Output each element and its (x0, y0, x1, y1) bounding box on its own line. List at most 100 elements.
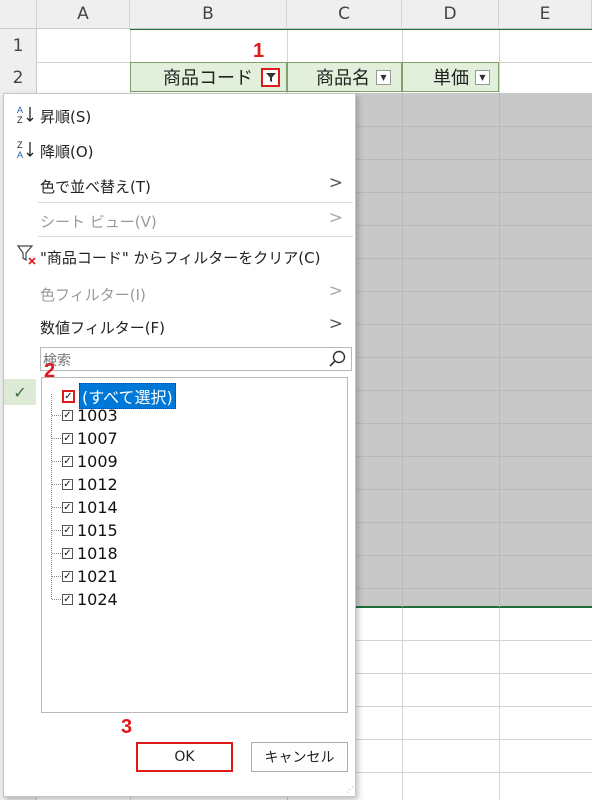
sort-descending-item[interactable]: 降順(O) (40, 141, 94, 162)
grid-line (356, 324, 592, 325)
list-item[interactable]: ✓ 1012 (52, 475, 118, 494)
header-label: 商品コード (163, 68, 253, 89)
grid-line (356, 640, 592, 641)
list-item[interactable]: ✓ 1009 (52, 452, 118, 471)
grid-line (356, 456, 592, 457)
checkbox[interactable]: ✓ (62, 502, 73, 513)
tree-branch (52, 461, 61, 462)
filter-icon (265, 72, 276, 82)
row-header-2[interactable]: 2 (0, 62, 37, 93)
svg-text:A: A (17, 150, 23, 160)
tree-line (51, 394, 52, 599)
grid-line (356, 126, 592, 127)
filter-menu: A Z 昇順(S) Z A 降順(O) 色で並べ替え(T) > シート ビュー(… (3, 93, 356, 797)
sheet-view-item: シート ビュー(V) (40, 213, 157, 231)
column-header-c[interactable]: C (287, 0, 402, 29)
list-item[interactable]: ✓ 1007 (52, 429, 118, 448)
grid-line (356, 673, 592, 674)
grid-line (356, 390, 592, 391)
checkbox[interactable]: ✓ (62, 479, 73, 490)
tree-branch (52, 576, 61, 577)
menu-separator (38, 202, 353, 203)
filter-active-button[interactable] (261, 67, 280, 87)
grid-line (356, 739, 592, 740)
check-mark-icon: ✓ (4, 379, 36, 405)
checkbox[interactable]: ✓ (62, 410, 73, 421)
range-border (130, 29, 592, 30)
grid-line (356, 588, 592, 589)
tree-branch (52, 438, 61, 439)
color-filter-item: 色フィルター(I) (40, 286, 146, 304)
list-item-label: 1009 (77, 452, 118, 471)
grid-line (356, 423, 592, 424)
number-filter-item[interactable]: 数値フィルター(F) (40, 317, 165, 338)
grid-line (356, 258, 592, 259)
filter-value-list[interactable]: ✓ (すべて選択) ✓ 1003 ✓ 1007 ✓ 1009 ✓ 1012 ✓ 1014 ✓ 1015… (41, 377, 348, 713)
list-item-label: 1024 (77, 590, 118, 609)
list-item-label: 1007 (77, 429, 118, 448)
menu-separator (38, 236, 353, 237)
list-item[interactable]: ✓ 1015 (52, 521, 118, 540)
checkbox[interactable]: ✓ (62, 456, 73, 467)
dropdown-button[interactable]: ▼ (376, 69, 391, 85)
sort-descending-icon: Z A (17, 140, 34, 160)
column-header-e[interactable]: E (499, 0, 592, 29)
clear-filter-icon (16, 245, 36, 265)
grid-line (402, 93, 403, 607)
checkbox[interactable]: ✓ (62, 525, 73, 536)
tree-branch (52, 530, 61, 531)
list-item[interactable]: ✓ 1018 (52, 544, 118, 563)
resize-grip-icon[interactable]: ⋰ (346, 785, 354, 794)
checkbox[interactable]: ✓ (62, 389, 75, 403)
chevron-right-icon: > (328, 208, 343, 228)
list-item-label: 1018 (77, 544, 118, 563)
chevron-right-icon: > (328, 173, 343, 193)
range-border (356, 606, 592, 608)
search-icon[interactable] (329, 350, 347, 368)
sort-ascending-item[interactable]: 昇順(S) (40, 106, 91, 127)
chevron-right-icon: > (328, 314, 343, 334)
list-item[interactable]: ✓ 1024 (52, 590, 118, 609)
grid-line (356, 706, 592, 707)
checkbox[interactable]: ✓ (62, 433, 73, 444)
grid-line (356, 291, 592, 292)
cancel-button[interactable]: キャンセル (251, 742, 348, 772)
grid-line (356, 772, 592, 773)
header-cell-product-code[interactable]: 商品コード (130, 62, 287, 92)
column-header-b[interactable]: B (130, 0, 287, 29)
search-input[interactable]: 検索 (40, 347, 352, 371)
ok-button[interactable]: OK (136, 742, 233, 772)
grid-line (356, 159, 592, 160)
chevron-down-icon: ▼ (380, 72, 387, 82)
tree-branch (52, 599, 61, 600)
grid-line (356, 357, 592, 358)
list-item[interactable]: ✓ 1021 (52, 567, 118, 586)
svg-text:Z: Z (17, 140, 23, 150)
grid-line (356, 489, 592, 490)
sort-by-color-item[interactable]: 色で並べ替え(T) (40, 176, 151, 197)
column-header-d[interactable]: D (402, 0, 499, 29)
clear-filter-item[interactable]: "商品コード" からフィルターをクリア(C) (40, 247, 320, 268)
step-marker-1: 1 (253, 40, 265, 62)
list-item-label: 1014 (77, 498, 118, 517)
sort-ascending-icon: A Z (17, 105, 34, 125)
tree-branch (52, 553, 61, 554)
select-all-corner[interactable] (0, 0, 37, 29)
checkbox[interactable]: ✓ (62, 594, 73, 605)
row-header-1[interactable]: 1 (0, 29, 37, 62)
list-item[interactable]: ✓ 1014 (52, 498, 118, 517)
list-item[interactable]: ✓ 1003 (52, 406, 118, 425)
grid-line (356, 192, 592, 193)
checkbox[interactable]: ✓ (62, 548, 73, 559)
tree-branch (52, 415, 61, 416)
tree-branch (52, 484, 61, 485)
header-cell-unit-price[interactable]: 単価 ▼ (402, 62, 499, 92)
step-marker-3: 3 (121, 716, 133, 738)
column-header-a[interactable]: A (37, 0, 130, 29)
checkbox[interactable]: ✓ (62, 571, 73, 582)
header-cell-product-name[interactable]: 商品名 ▼ (287, 62, 402, 92)
chevron-right-icon: > (328, 281, 343, 301)
tree-branch (52, 507, 61, 508)
header-label: 単価 (433, 68, 469, 89)
dropdown-button[interactable]: ▼ (475, 69, 490, 85)
